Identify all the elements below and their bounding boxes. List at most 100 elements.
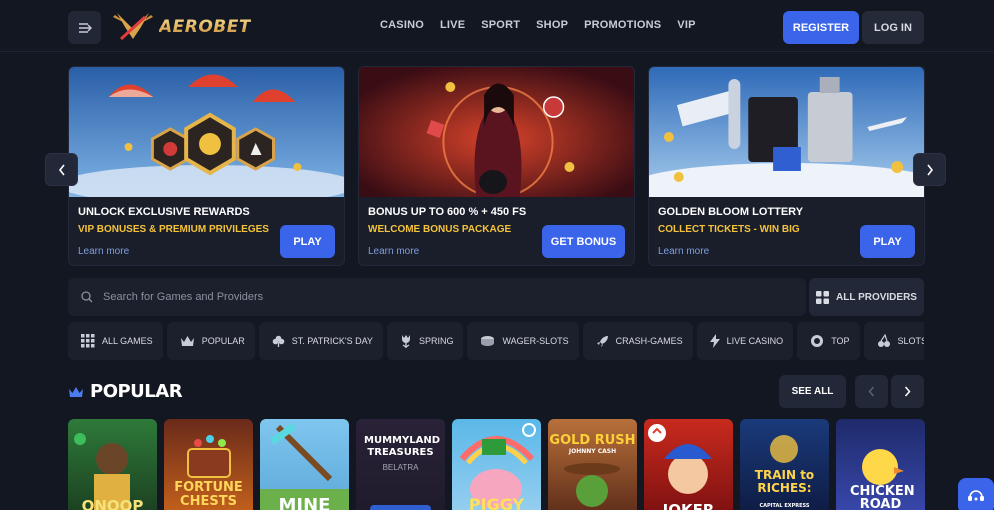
rocket-icon (596, 335, 608, 347)
top-header: AEROBET CASINO LIVE SPORT SHOP PROMOTION… (0, 0, 994, 52)
register-button[interactable]: REGISTER (783, 11, 859, 44)
category-label: TOP (831, 336, 850, 346)
popular-next-button[interactable] (891, 375, 924, 408)
login-button[interactable]: LOG IN (862, 11, 924, 44)
nav-vip[interactable]: VIP (677, 19, 695, 31)
promo-vip-image (69, 67, 344, 197)
promo-subtitle: VIP BONUSES & PREMIUM PRIVILEGES (78, 224, 269, 235)
category-popular[interactable]: POPULAR (166, 322, 255, 360)
game-title: PIGGY (468, 495, 525, 510)
game-play-button[interactable] (370, 505, 431, 510)
menu-toggle-button[interactable] (68, 11, 101, 44)
category-st-patricks-day[interactable]: ST. PATRICK'S DAY (258, 322, 383, 360)
section-title: POPULAR (90, 381, 183, 402)
clover-icon (272, 335, 285, 347)
game-tile-fortune-chests[interactable]: FORTUNE CHESTS (164, 419, 253, 510)
chevron-right-icon (926, 164, 933, 175)
logo-text: AEROBET (159, 17, 251, 37)
promo-subtitle: WELCOME BONUS PACKAGE (368, 224, 512, 235)
lightning-icon (709, 334, 720, 348)
popular-heading: POPULAR (68, 381, 183, 402)
search-icon (81, 291, 93, 303)
support-chat-button[interactable] (958, 478, 994, 510)
promo-card-vip[interactable]: UNLOCK EXCLUSIVE REWARDS VIP BONUSES & P… (68, 66, 345, 266)
carousel-next-button[interactable] (913, 153, 946, 186)
learn-more-link[interactable]: Learn more (368, 246, 419, 257)
game-title: QNOOP (81, 497, 144, 510)
promo-title: GOLDEN BLOOM LOTTERY (658, 206, 804, 218)
chevron-left-icon (58, 164, 65, 175)
game-tile-train-to-riches[interactable]: TRAIN to RICHES: CAPITAL EXPRESS (740, 419, 829, 510)
game-search-bar[interactable] (68, 278, 806, 316)
game-title: MINE (278, 495, 331, 510)
category-label: WAGER-SLOTS (502, 336, 569, 346)
category-all-games[interactable]: ALL GAMES (68, 322, 163, 360)
game-tile-chicken-road[interactable]: CHICKEN ROAD (836, 419, 925, 510)
nav-sport[interactable]: SPORT (481, 19, 520, 31)
promo-card-welcome-bonus[interactable]: BONUS UP TO 600 % + 450 FS WELCOME BONUS… (358, 66, 635, 266)
search-input[interactable] (103, 291, 703, 303)
category-slots[interactable]: SLOTS (863, 322, 924, 360)
game-title: GOLD RUSH (549, 433, 636, 448)
chevron-right-icon (904, 386, 911, 397)
badge-icon (811, 335, 824, 347)
game-tile-mine[interactable]: MINE (260, 419, 349, 510)
promo-title: UNLOCK EXCLUSIVE REWARDS (78, 206, 250, 218)
game-tile-qnoop[interactable]: QNOOP (68, 419, 157, 510)
promo-lottery-image (649, 67, 924, 197)
promo-title: BONUS UP TO 600 % + 450 FS (368, 206, 527, 218)
category-spring[interactable]: SPRING (386, 322, 464, 360)
see-all-button[interactable]: SEE ALL (779, 375, 846, 408)
category-label: POPULAR (201, 336, 245, 346)
category-label: CRASH-GAMES (615, 336, 683, 346)
cherries-icon (877, 334, 890, 347)
game-art (648, 424, 712, 494)
category-live-casino[interactable]: LIVE CASINO (696, 322, 794, 360)
all-providers-button[interactable]: ALL PROVIDERS (809, 278, 924, 316)
tulip-icon (401, 335, 410, 348)
get-bonus-button[interactable]: GET BONUS (542, 225, 625, 258)
chip-stack-icon (481, 336, 495, 346)
promo-bonus-image (359, 67, 634, 197)
game-tile-piggy[interactable]: PIGGY (452, 419, 541, 510)
chat-support-icon (968, 490, 984, 501)
game-title: JOKER (662, 501, 715, 510)
carousel-prev-button[interactable] (45, 153, 78, 186)
game-title: CHICKEN ROAD (850, 484, 915, 510)
category-wager-slots[interactable]: WAGER-SLOTS (467, 322, 579, 360)
game-tile-mummyland[interactable]: MUMMYLAND TREASURES BELATRA (356, 419, 445, 510)
nav-promotions[interactable]: PROMOTIONS (584, 19, 661, 31)
crown-icon (180, 336, 194, 346)
learn-more-link[interactable]: Learn more (78, 246, 129, 257)
nav-live[interactable]: LIVE (440, 19, 465, 31)
promo-subtitle: COLLECT TICKETS - WIN BIG (658, 224, 800, 235)
popular-prev-button[interactable] (855, 375, 888, 408)
game-subtitle: JOHNNY CASH (568, 448, 617, 455)
nav-shop[interactable]: SHOP (536, 19, 568, 31)
menu-collapse-icon (78, 22, 92, 33)
category-label: ALL GAMES (102, 336, 153, 346)
game-tile-joker[interactable]: JOKER (644, 419, 733, 510)
category-label: LIVE CASINO (726, 336, 784, 346)
category-label: SLOTS (897, 336, 924, 346)
game-provider: BELATRA (382, 463, 419, 472)
game-art (770, 435, 798, 463)
nav-casino[interactable]: CASINO (380, 19, 424, 31)
category-top[interactable]: TOP (797, 322, 860, 360)
game-tile-gold-rush[interactable]: GOLD RUSH JOHNNY CASH (548, 419, 637, 510)
chevron-left-icon (868, 386, 875, 397)
learn-more-link[interactable]: Learn more (658, 246, 709, 257)
grid-icon (816, 290, 830, 304)
all-providers-label: ALL PROVIDERS (836, 291, 917, 303)
grid-dots-icon (81, 334, 95, 348)
category-label: SPRING (418, 336, 454, 346)
promo-card-lottery[interactable]: GOLDEN BLOOM LOTTERY COLLECT TICKETS - W… (648, 66, 925, 266)
game-title: FORTUNE CHESTS (174, 480, 243, 509)
brand-logo[interactable]: AEROBET (111, 9, 251, 45)
main-nav: CASINO LIVE SPORT SHOP PROMOTIONS VIP (380, 19, 696, 31)
game-title: TRAIN to RICHES: (754, 468, 815, 495)
promo-play-button[interactable]: PLAY (860, 225, 915, 258)
promo-play-button[interactable]: PLAY (280, 225, 335, 258)
game-title: MUMMYLAND TREASURES (364, 435, 440, 458)
category-crash-games[interactable]: CRASH-GAMES (582, 322, 693, 360)
